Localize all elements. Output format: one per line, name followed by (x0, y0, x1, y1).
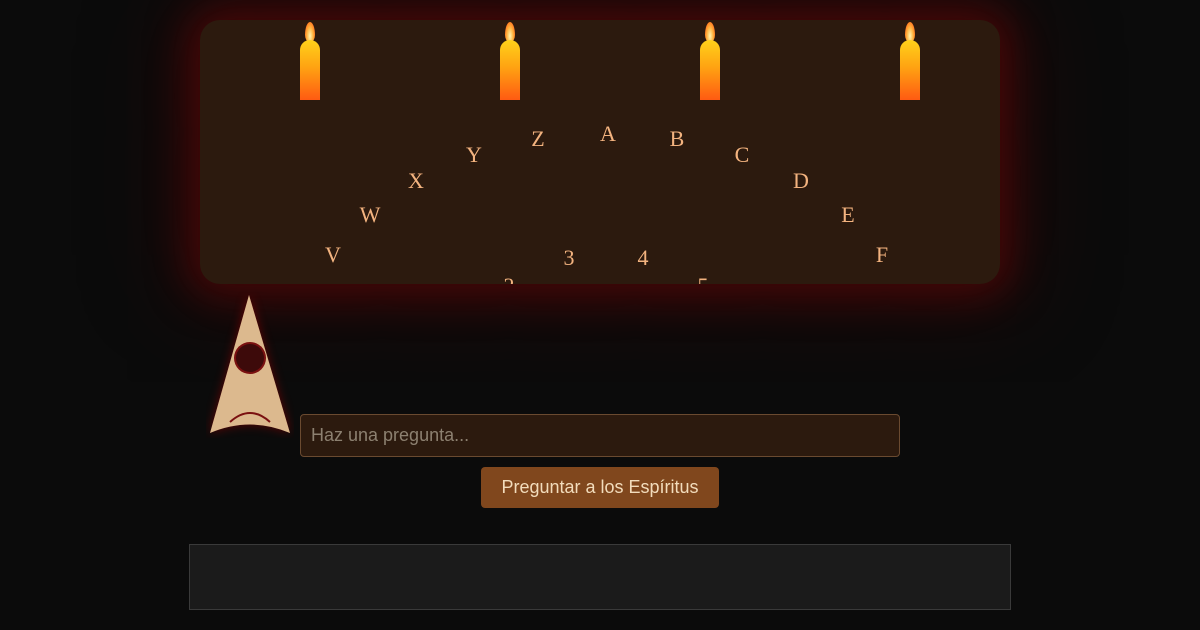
ouija-page: A B C D E F V W X Y Z 2 3 4 5 (0, 0, 1200, 630)
planchette-icon[interactable] (206, 292, 294, 438)
ask-spirits-button[interactable]: Preguntar a los Espíritus (481, 467, 719, 508)
board-number-3: 3 (563, 245, 575, 270)
board-letter-d: D (793, 168, 809, 193)
answer-box (189, 544, 1011, 610)
board-letter-x: X (408, 168, 424, 193)
board-letter-w: W (359, 202, 381, 227)
candle-icon (300, 20, 320, 100)
candle-icon (500, 20, 520, 100)
board-letter-e: E (841, 202, 855, 227)
question-input[interactable] (300, 414, 900, 457)
board-letter-y: Y (466, 142, 482, 167)
board-number-4: 4 (637, 245, 649, 270)
board-letter-b: B (669, 126, 685, 151)
board-letter-f: F (875, 242, 889, 267)
ouija-board: A B C D E F V W X Y Z 2 3 4 5 (200, 20, 1000, 284)
candle-icon (700, 20, 720, 100)
board-number-2: 2 (504, 275, 515, 285)
candle-icon (900, 20, 920, 100)
board-letter-v: V (325, 242, 341, 267)
board-letter-z: Z (531, 126, 545, 151)
board-number-5: 5 (698, 275, 709, 285)
board-letter-a: A (600, 121, 616, 146)
board-letter-c: C (734, 142, 750, 167)
